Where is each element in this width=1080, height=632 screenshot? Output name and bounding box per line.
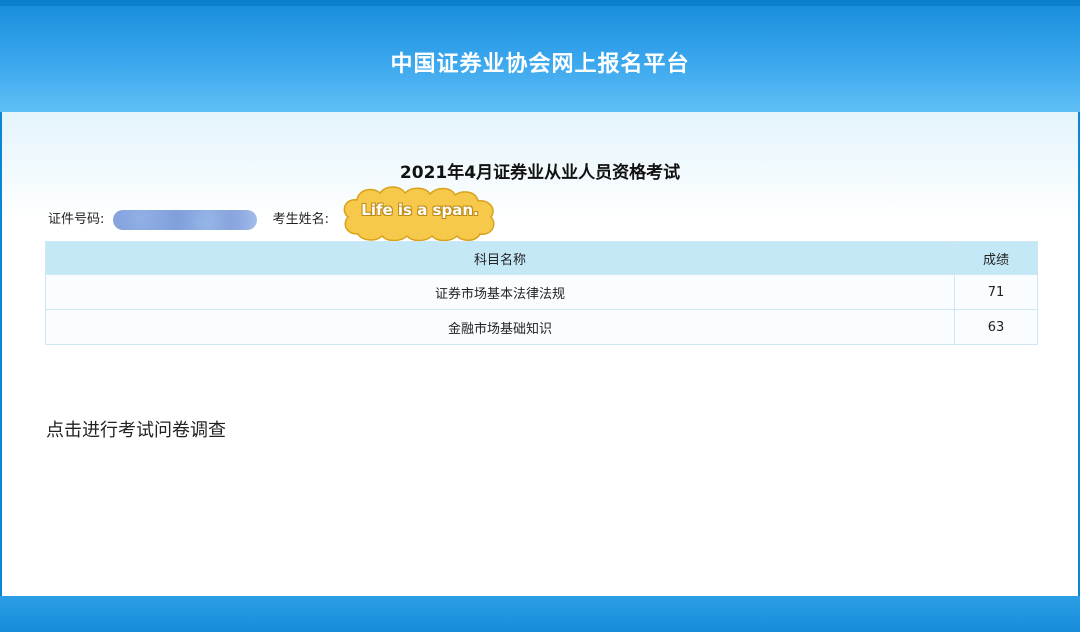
score-table: 科目名称 成绩 证券市场基本法律法规 71 金融市场基础知识 63 <box>45 241 1038 345</box>
table-row: 金融市场基础知识 63 <box>45 309 1038 345</box>
sticker-text: Life is a span. <box>361 201 479 219</box>
candidate-info: 证件号码: 考生姓名: <box>48 210 329 230</box>
id-number-label: 证件号码: <box>48 212 105 227</box>
candidate-name-label: 考生姓名: <box>272 212 330 227</box>
header-banner: 中国证券业协会网上报名平台 <box>0 0 1080 112</box>
exam-title: 2021年4月证券业从业人员资格考试 <box>399 163 681 183</box>
main-content: 2021年4月证券业从业人员资格考试 证件号码: 考生姓名: Life is a… <box>2 112 1078 596</box>
survey-link[interactable]: 点击进行考试问卷调查 <box>46 416 226 442</box>
subject-cell: 金融市场基础知识 <box>45 309 955 345</box>
life-is-a-span-sticker: Life is a span. <box>340 184 500 242</box>
column-header-subject: 科目名称 <box>45 241 955 275</box>
table-header-row: 科目名称 成绩 <box>45 241 1038 275</box>
id-number-redacted <box>112 210 257 230</box>
column-header-score: 成绩 <box>954 241 1038 275</box>
site-title: 中国证券业协会网上报名平台 <box>390 52 690 77</box>
table-row: 证券市场基本法律法规 71 <box>45 274 1038 310</box>
score-cell: 71 <box>954 274 1038 310</box>
subject-cell: 证券市场基本法律法规 <box>45 274 955 310</box>
score-cell: 63 <box>954 309 1038 345</box>
footer-bar <box>0 596 1080 632</box>
page: 中国证券业协会网上报名平台 2021年4月证券业从业人员资格考试 证件号码: 考… <box>0 0 1080 632</box>
